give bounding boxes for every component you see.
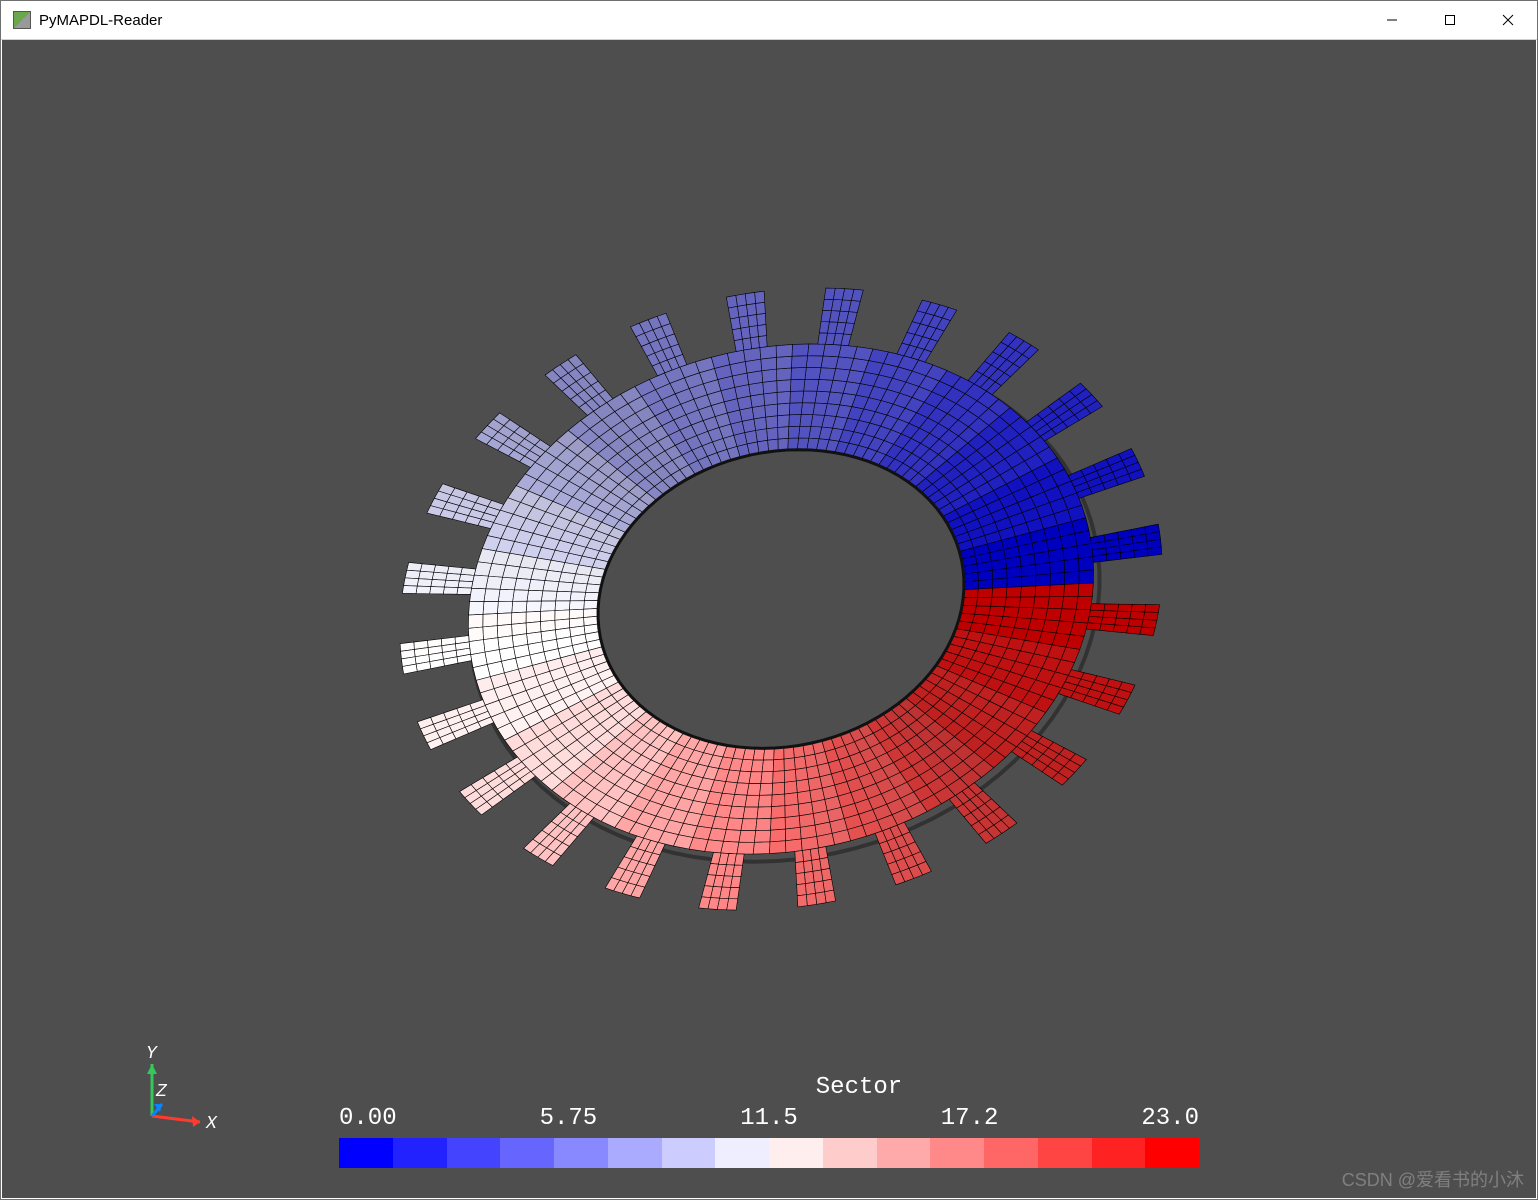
scalar-bar: Sector 0.00 5.75 11.5 17.2 23.0 bbox=[2, 1074, 1536, 1168]
render-viewport[interactable]: X Y Z Sector 0.005.7511.517.223.0 CSDN @… bbox=[2, 40, 1536, 1198]
scalar-bar-tick: 17.2 bbox=[941, 1105, 999, 1132]
minimize-button[interactable] bbox=[1363, 1, 1421, 39]
window-controls bbox=[1363, 1, 1537, 39]
titlebar[interactable]: PyMAPDL-Reader bbox=[1, 1, 1537, 40]
gear-mesh-plot bbox=[2, 40, 1536, 1198]
watermark: CSDN @爱看书的小沐 bbox=[1342, 1166, 1524, 1192]
window-title: PyMAPDL-Reader bbox=[39, 12, 162, 29]
maximize-button[interactable] bbox=[1421, 1, 1479, 39]
close-button[interactable] bbox=[1479, 1, 1537, 39]
app-window: PyMAPDL-Reader X Y Z bbox=[0, 0, 1538, 1200]
scalar-bar-tick: 11.5 bbox=[740, 1105, 798, 1132]
scalar-bar-ticks: 0.00 5.75 11.5 17.2 23.0 bbox=[339, 1105, 1199, 1132]
scalar-bar-tick: 23.0 bbox=[1141, 1105, 1199, 1132]
scalar-bar-title: Sector bbox=[816, 1074, 902, 1101]
scalar-bar-tick: 0.00 bbox=[339, 1105, 397, 1132]
scalar-bar-tick: 5.75 bbox=[540, 1105, 598, 1132]
scalar-bar-gradient bbox=[339, 1138, 1199, 1168]
app-icon bbox=[13, 11, 31, 29]
axis-y-label: Y bbox=[146, 1046, 158, 1064]
